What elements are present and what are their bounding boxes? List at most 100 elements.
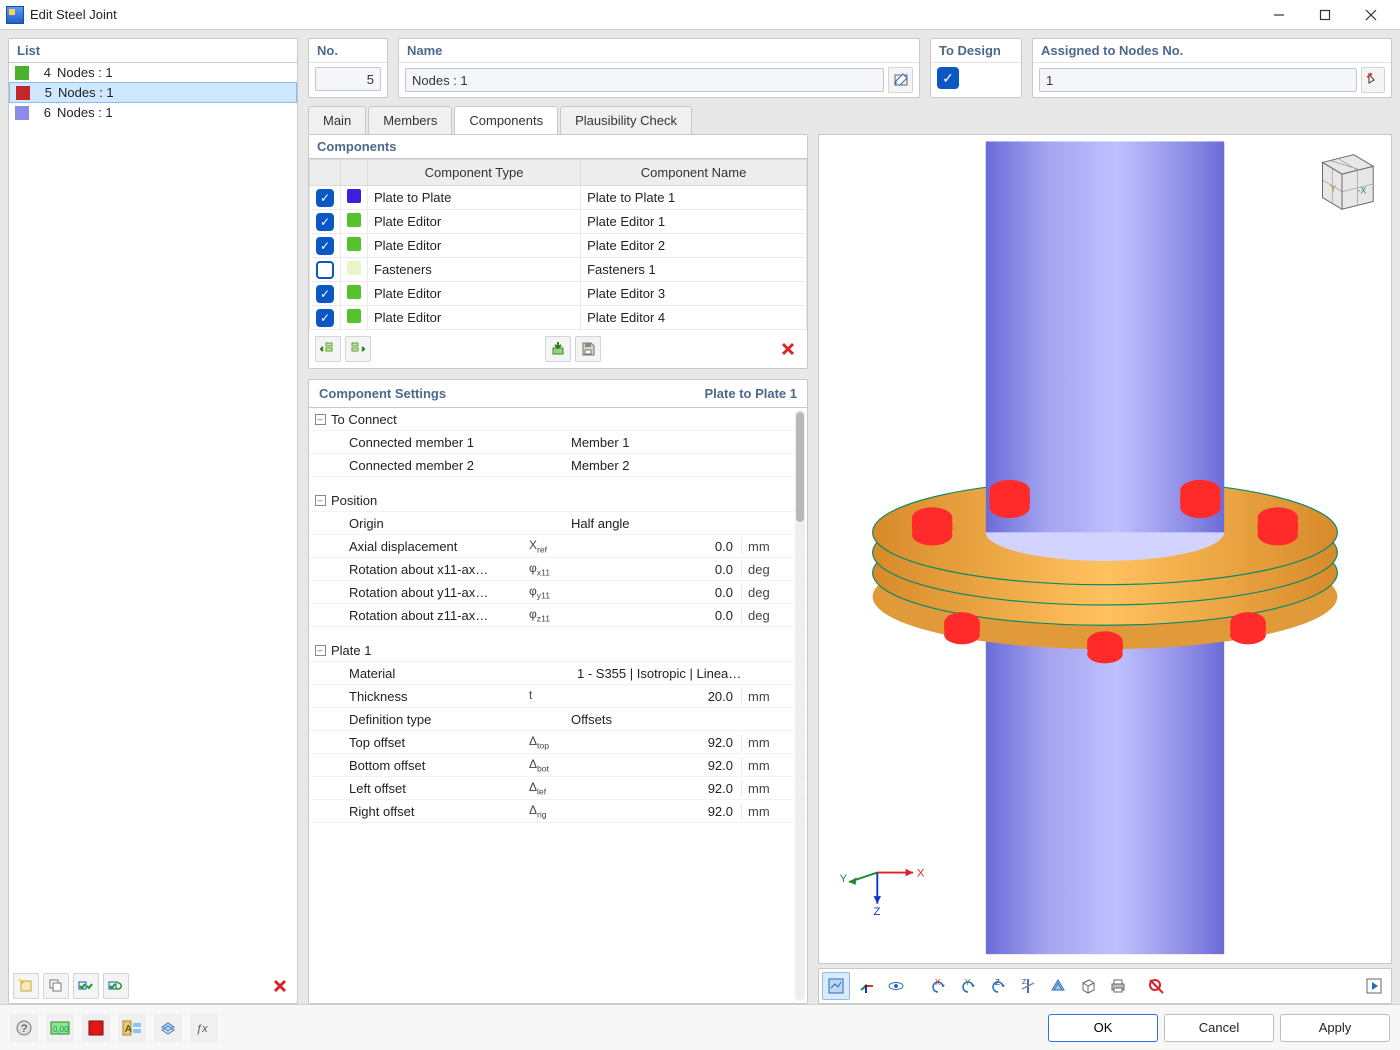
- tree-row[interactable]: Rotation about z11-ax… φz11 0.0deg: [309, 604, 807, 627]
- svg-text:Z: Z: [874, 906, 881, 915]
- tab-members[interactable]: Members: [368, 106, 452, 134]
- row-checkbox[interactable]: ✓: [316, 237, 334, 255]
- collapse-icon[interactable]: –: [315, 645, 326, 656]
- list-item[interactable]: 6 Nodes : 1: [9, 103, 297, 122]
- save-button[interactable]: [575, 336, 601, 362]
- import-button[interactable]: [545, 336, 571, 362]
- color-swatch: [347, 309, 361, 323]
- vp-view-iso-button[interactable]: Z: [1014, 972, 1042, 1000]
- tree-symbol: φz11: [529, 607, 571, 623]
- tree-row[interactable]: Connected member 2 Member 2: [309, 454, 807, 477]
- minimize-button[interactable]: [1256, 1, 1302, 29]
- vp-view-y-button[interactable]: Y: [954, 972, 982, 1000]
- svg-text:A: A: [125, 1024, 132, 1035]
- color-swatch: [347, 213, 361, 227]
- tab-components[interactable]: Components: [454, 106, 558, 134]
- window-title: Edit Steel Joint: [30, 7, 117, 22]
- table-row[interactable]: ✓ Plate to Plate Plate to Plate 1: [310, 186, 807, 210]
- table-row[interactable]: ✓ Plate Editor Plate Editor 2: [310, 234, 807, 258]
- copy-item-button[interactable]: [43, 973, 69, 999]
- tree-row[interactable]: Rotation about x11-ax… φx11 0.0deg: [309, 558, 807, 581]
- list-item-id: 5: [36, 85, 52, 100]
- vp-expand-button[interactable]: [1360, 972, 1388, 1000]
- table-row[interactable]: ✓ Plate Editor Plate Editor 1: [310, 210, 807, 234]
- color-button[interactable]: [82, 1014, 110, 1042]
- navigation-cube-icon[interactable]: -X Y: [1303, 141, 1381, 219]
- layer-button[interactable]: [154, 1014, 182, 1042]
- tab-plausibility-check[interactable]: Plausibility Check: [560, 106, 692, 134]
- close-button[interactable]: [1348, 1, 1394, 29]
- table-row[interactable]: ✓ Plate Editor Plate Editor 3: [310, 282, 807, 306]
- ok-button[interactable]: OK: [1048, 1014, 1158, 1042]
- row-checkbox[interactable]: ✓: [316, 213, 334, 231]
- list-item[interactable]: 5 Nodes : 1: [9, 82, 297, 103]
- assigned-pick-button[interactable]: [1361, 67, 1385, 93]
- check-all-button[interactable]: [73, 973, 99, 999]
- vp-zoom-extent-button[interactable]: [882, 972, 910, 1000]
- name-edit-button[interactable]: [888, 67, 913, 93]
- to-design-checkbox[interactable]: ✓: [937, 67, 959, 89]
- tree-row[interactable]: Connected member 1 Member 1: [309, 431, 807, 454]
- table-row[interactable]: ✓ Fasteners Fasteners 1: [310, 258, 807, 282]
- row-checkbox[interactable]: ✓: [316, 261, 334, 279]
- text-style-button[interactable]: A: [118, 1014, 146, 1042]
- vp-axes-button[interactable]: [852, 972, 880, 1000]
- table-row[interactable]: ✓ Plate Editor Plate Editor 4: [310, 306, 807, 330]
- move-down-button[interactable]: [345, 336, 371, 362]
- tree-row[interactable]: Material 1 - S355 | Isotropic | Linea…: [309, 662, 807, 685]
- vp-print-button[interactable]: [1104, 972, 1132, 1000]
- row-checkbox[interactable]: ✓: [316, 309, 334, 327]
- tree-row[interactable]: Origin Half angle: [309, 512, 807, 535]
- component-type-cell: Plate Editor: [368, 234, 581, 258]
- to-design-label: To Design: [931, 39, 1021, 62]
- tab-main[interactable]: Main: [308, 106, 366, 134]
- list-item[interactable]: 4 Nodes : 1: [9, 63, 297, 82]
- tree-row[interactable]: Definition type Offsets: [309, 708, 807, 731]
- delete-item-button[interactable]: [267, 973, 293, 999]
- vp-view-x-button[interactable]: X: [924, 972, 952, 1000]
- name-input[interactable]: [405, 68, 884, 92]
- tree-unit: mm: [741, 804, 781, 819]
- row-checkbox[interactable]: ✓: [316, 189, 334, 207]
- viewport-3d[interactable]: -X Y X Y Z: [818, 134, 1392, 964]
- tree-label: Left offset: [349, 781, 529, 796]
- tree-row[interactable]: Top offset Δtop 92.0mm: [309, 731, 807, 754]
- new-item-button[interactable]: [13, 973, 39, 999]
- tree-unit: deg: [741, 608, 781, 623]
- apply-button[interactable]: Apply: [1280, 1014, 1390, 1042]
- vp-view-z-button[interactable]: Z: [984, 972, 1012, 1000]
- tree-row[interactable]: Left offset Δlef 92.0mm: [309, 777, 807, 800]
- check-refresh-button[interactable]: [103, 973, 129, 999]
- maximize-button[interactable]: [1302, 1, 1348, 29]
- tree-group[interactable]: – Plate 1: [309, 639, 807, 662]
- cancel-button[interactable]: Cancel: [1164, 1014, 1274, 1042]
- collapse-icon[interactable]: –: [315, 495, 326, 506]
- tree-value: 92.0: [571, 804, 741, 819]
- assigned-input[interactable]: [1039, 68, 1357, 92]
- units-button[interactable]: 0,00: [46, 1014, 74, 1042]
- vp-box-button[interactable]: [1074, 972, 1102, 1000]
- fx-button[interactable]: ƒx: [190, 1014, 218, 1042]
- tree-label: Thickness: [349, 689, 529, 704]
- settings-scrollbar-thumb[interactable]: [796, 412, 804, 522]
- component-type-cell: Plate Editor: [368, 306, 581, 330]
- tree-row[interactable]: Thickness t 20.0mm: [309, 685, 807, 708]
- tree-row[interactable]: Rotation about y11-ax… φy11 0.0deg: [309, 581, 807, 604]
- help-button[interactable]: ?: [10, 1014, 38, 1042]
- tree-row[interactable]: Axial displacement Xref 0.0mm: [309, 535, 807, 558]
- vp-cancel-zoom-button[interactable]: [1142, 972, 1170, 1000]
- vp-perspective-button[interactable]: [1044, 972, 1072, 1000]
- delete-component-button[interactable]: [775, 336, 801, 362]
- move-up-button[interactable]: [315, 336, 341, 362]
- tree-row[interactable]: Right offset Δrig 92.0mm: [309, 800, 807, 823]
- no-input[interactable]: [315, 67, 381, 91]
- tree-unit: mm: [741, 758, 781, 773]
- row-checkbox[interactable]: ✓: [316, 285, 334, 303]
- vp-default-view-button[interactable]: [822, 972, 850, 1000]
- tree-row[interactable]: Bottom offset Δbot 92.0mm: [309, 754, 807, 777]
- settings-scrollbar[interactable]: [795, 410, 805, 1001]
- tree-group[interactable]: – To Connect: [309, 408, 807, 431]
- collapse-icon[interactable]: –: [315, 414, 326, 425]
- settings-tree[interactable]: – To Connect Connected member 1 Member 1…: [309, 408, 807, 1003]
- tree-group[interactable]: – Position: [309, 489, 807, 512]
